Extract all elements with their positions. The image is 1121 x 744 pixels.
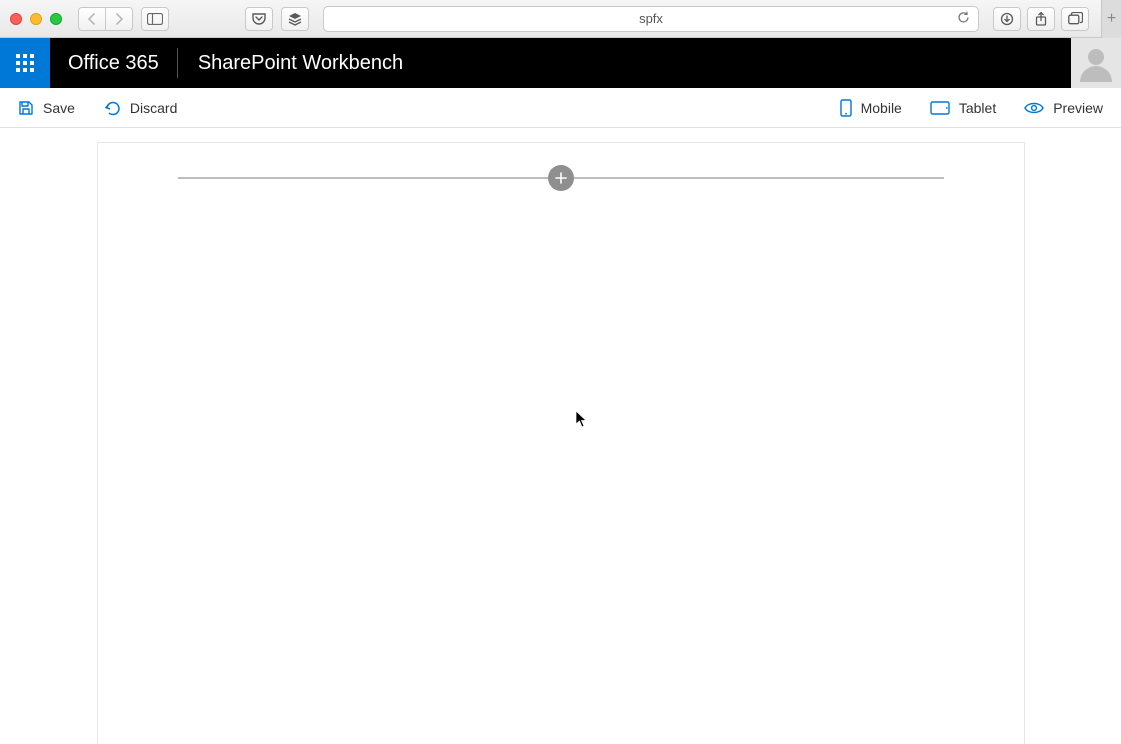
window-close-button[interactable]: [10, 13, 22, 25]
save-label: Save: [43, 100, 75, 116]
nav-back-forward: [78, 7, 133, 31]
tabs-icon: [1068, 12, 1083, 25]
nav-back-button[interactable]: [78, 7, 106, 31]
save-button[interactable]: Save: [18, 100, 75, 116]
canvas-area: [0, 128, 1121, 744]
preview-label: Preview: [1053, 100, 1103, 116]
add-webpart-button[interactable]: [548, 165, 574, 191]
plus-icon: +: [1107, 10, 1116, 28]
new-tab-button[interactable]: +: [1101, 0, 1121, 38]
chevron-left-icon: [87, 13, 97, 25]
reload-icon: [957, 11, 970, 24]
mobile-view-button[interactable]: Mobile: [840, 99, 902, 117]
undo-icon: [103, 100, 121, 116]
suite-header: Office 365 SharePoint Workbench: [0, 38, 1121, 88]
share-button[interactable]: [1027, 7, 1055, 31]
person-icon: [1077, 44, 1115, 82]
app-launcher-button[interactable]: [0, 38, 50, 88]
download-icon: [1000, 12, 1014, 26]
waffle-icon: [16, 54, 34, 72]
address-text: spfx: [639, 11, 663, 26]
tabs-button[interactable]: [1061, 7, 1089, 31]
chevron-right-icon: [114, 13, 124, 25]
tablet-view-button[interactable]: Tablet: [930, 100, 996, 116]
pocket-button[interactable]: [245, 7, 273, 31]
reload-button[interactable]: [957, 11, 970, 27]
sidebar-toggle-button[interactable]: [141, 7, 169, 31]
section-divider: [178, 177, 944, 179]
address-bar[interactable]: spfx: [323, 6, 979, 32]
preview-button[interactable]: Preview: [1024, 100, 1103, 116]
share-icon: [1035, 12, 1047, 26]
suite-brand[interactable]: Office 365: [50, 48, 178, 78]
sidebar-icon: [147, 13, 163, 25]
discard-button[interactable]: Discard: [103, 100, 177, 116]
browser-right-controls: [993, 7, 1089, 31]
preview-icon: [1024, 101, 1044, 115]
tablet-label: Tablet: [959, 100, 996, 116]
page-canvas: [97, 142, 1025, 744]
user-avatar[interactable]: [1071, 38, 1121, 88]
window-minimize-button[interactable]: [30, 13, 42, 25]
stack-icon: [288, 12, 302, 26]
pocket-icon: [252, 13, 266, 25]
mobile-label: Mobile: [861, 100, 902, 116]
discard-label: Discard: [130, 100, 177, 116]
browser-chrome: spfx +: [0, 0, 1121, 38]
command-bar: Save Discard Mobile Tablet Preview: [0, 88, 1121, 128]
mobile-icon: [840, 99, 852, 117]
downloads-button[interactable]: [993, 7, 1021, 31]
suite-app-title: SharePoint Workbench: [178, 38, 423, 88]
plus-icon: [554, 171, 568, 185]
nav-forward-button[interactable]: [105, 7, 133, 31]
save-icon: [18, 100, 34, 116]
tablet-icon: [930, 101, 950, 115]
window-zoom-button[interactable]: [50, 13, 62, 25]
window-controls: [10, 13, 62, 25]
buffer-button[interactable]: [281, 7, 309, 31]
